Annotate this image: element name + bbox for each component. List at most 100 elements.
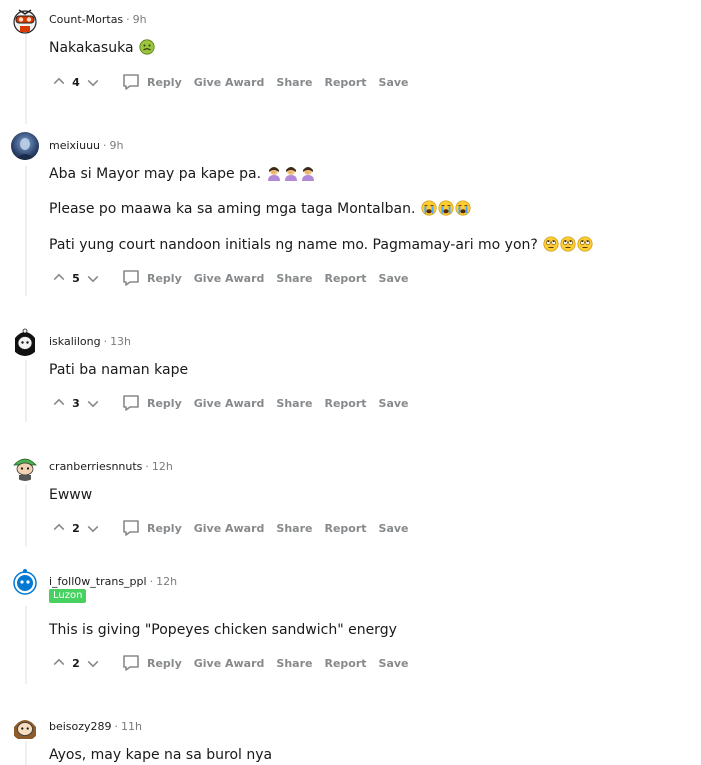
give-award-button[interactable]: Give Award — [188, 71, 271, 93]
comment-bubble-icon — [121, 518, 141, 538]
author-name[interactable]: cranberriesnnuts — [49, 460, 142, 473]
author-name[interactable]: meixiuuu — [49, 139, 100, 152]
report-button[interactable]: Report — [318, 71, 372, 93]
author-name[interactable]: iskalilong — [49, 335, 101, 348]
comment-time[interactable]: 12h — [152, 460, 173, 473]
separator-dot: · — [114, 720, 119, 733]
woman-facepalming-emoji-icon — [300, 165, 316, 181]
face-with-rolling-eyes-emoji-icon — [577, 236, 593, 252]
comment-meta: beisozy289 · 11h — [49, 720, 142, 734]
reply-label: Reply — [147, 396, 182, 410]
upvote-icon[interactable] — [49, 72, 69, 92]
give-award-button[interactable]: Give Award — [188, 517, 271, 539]
comment-time[interactable]: 9h — [110, 139, 124, 152]
author-name[interactable]: beisozy289 — [49, 720, 112, 733]
comment-text: Ewww — [49, 485, 92, 505]
separator-dot: · — [103, 335, 108, 348]
comment-bubble-icon — [121, 72, 141, 92]
downvote-icon[interactable] — [83, 268, 103, 288]
comment-text: Please po maawa ka sa aming mga taga Mon… — [49, 199, 471, 219]
upvote-icon[interactable] — [49, 518, 69, 538]
separator-dot: · — [103, 139, 107, 152]
thread-line[interactable] — [25, 34, 27, 124]
save-button[interactable]: Save — [373, 517, 415, 539]
comment-text: Pati ba naman kape — [49, 360, 188, 380]
comment-time[interactable]: 12h — [156, 575, 177, 588]
thread-line[interactable] — [25, 360, 27, 422]
face-with-rolling-eyes-emoji-icon — [560, 236, 576, 252]
reply-label: Reply — [147, 656, 182, 670]
reply-button[interactable]: Reply — [117, 517, 188, 539]
thread-line[interactable] — [25, 606, 27, 684]
share-button[interactable]: Share — [270, 392, 318, 414]
vote-score: 2 — [72, 521, 80, 535]
comment-text: Ayos, may kape na sa burol nya — [49, 745, 272, 765]
vote-score: 4 — [72, 75, 80, 89]
give-award-button[interactable]: Give Award — [188, 267, 271, 289]
downvote-icon[interactable] — [83, 518, 103, 538]
comment-text: Nakakasuka — [49, 38, 155, 58]
share-button[interactable]: Share — [270, 71, 318, 93]
upvote-icon[interactable] — [49, 653, 69, 673]
downvote-icon[interactable] — [83, 393, 103, 413]
downvote-icon[interactable] — [83, 653, 103, 673]
author-name[interactable]: i_foll0w_trans_ppl — [49, 575, 147, 588]
upvote-icon[interactable] — [49, 268, 69, 288]
comment-time[interactable]: 11h — [121, 720, 142, 733]
loudly-crying-face-emoji-icon — [455, 200, 471, 216]
save-button[interactable]: Save — [373, 71, 415, 93]
share-button[interactable]: Share — [270, 267, 318, 289]
report-button[interactable]: Report — [318, 517, 372, 539]
avatar[interactable] — [11, 453, 39, 481]
vote-score: 3 — [72, 396, 80, 410]
thread-line[interactable] — [25, 485, 27, 547]
comment-text-line: This is giving "Popeyes chicken sandwich… — [49, 622, 397, 638]
comment-time[interactable]: 9h — [133, 13, 147, 26]
vote-score: 5 — [72, 271, 80, 285]
separator-dot: · — [126, 13, 130, 26]
save-button[interactable]: Save — [373, 392, 415, 414]
save-button[interactable]: Save — [373, 652, 415, 674]
report-button[interactable]: Report — [318, 652, 372, 674]
reply-button[interactable]: Reply — [117, 267, 188, 289]
user-flair: Luzon — [49, 589, 87, 603]
author-name[interactable]: Count-Mortas — [49, 13, 123, 26]
comment-text-line: Nakakasuka — [49, 40, 134, 56]
reply-button[interactable]: Reply — [117, 652, 188, 674]
avatar[interactable] — [11, 328, 39, 356]
reply-button[interactable]: Reply — [117, 71, 188, 93]
save-button[interactable]: Save — [373, 267, 415, 289]
comment-actions: 3 Reply Give Award Share Report Save — [49, 391, 415, 415]
comment-text-line: Pati yung court nandoon initials ng name… — [49, 237, 538, 253]
downvote-icon[interactable] — [83, 72, 103, 92]
woman-facepalming-emoji-icon — [266, 165, 282, 181]
avatar[interactable] — [11, 132, 39, 160]
loudly-crying-face-emoji-icon — [438, 200, 454, 216]
give-award-button[interactable]: Give Award — [188, 392, 271, 414]
comment-actions: 2 Reply Give Award Share Report Save — [49, 516, 415, 540]
reply-button[interactable]: Reply — [117, 392, 188, 414]
comment-meta: i_foll0w_trans_ppl · 12h — [49, 575, 177, 589]
report-button[interactable]: Report — [318, 267, 372, 289]
comment-text-line: Ewww — [49, 487, 93, 503]
comment-actions: 2 Reply Give Award Share Report Save — [49, 651, 415, 675]
vote-score: 2 — [72, 656, 80, 670]
comment-meta: iskalilong · 13h — [49, 335, 131, 349]
separator-dot: · — [149, 575, 154, 588]
share-button[interactable]: Share — [270, 517, 318, 539]
comment-time[interactable]: 13h — [110, 335, 131, 348]
report-button[interactable]: Report — [318, 392, 372, 414]
avatar[interactable] — [11, 6, 39, 34]
thread-line[interactable] — [25, 166, 27, 296]
thread-line[interactable] — [25, 740, 27, 765]
upvote-icon[interactable] — [49, 393, 69, 413]
comment-text: Aba si Mayor may pa kape pa. — [49, 164, 316, 184]
comment-bubble-icon — [121, 653, 141, 673]
share-button[interactable]: Share — [270, 652, 318, 674]
avatar[interactable] — [11, 713, 39, 741]
comment-text-line: Ayos, may kape na sa burol nya — [49, 747, 273, 763]
face-with-rolling-eyes-emoji-icon — [543, 236, 559, 252]
avatar[interactable] — [11, 568, 39, 596]
comment-meta: meixiuuu · 9h — [49, 139, 124, 153]
give-award-button[interactable]: Give Award — [188, 652, 271, 674]
